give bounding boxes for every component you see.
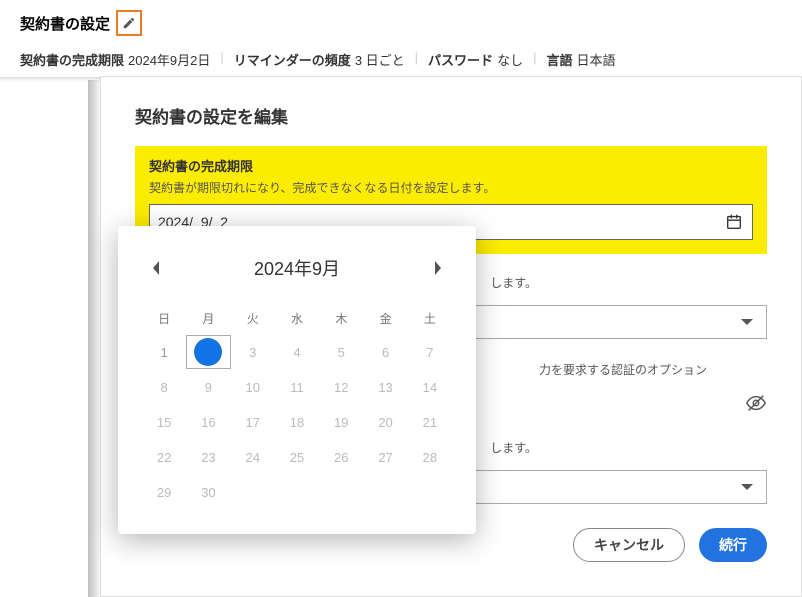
calendar-day[interactable]: 30 bbox=[186, 475, 230, 510]
calendar-day[interactable]: 6 bbox=[363, 335, 407, 370]
calendar-day[interactable]: 27 bbox=[363, 440, 407, 475]
eye-off-icon bbox=[745, 392, 767, 414]
separator: | bbox=[415, 50, 418, 69]
calendar-day[interactable]: 22 bbox=[142, 440, 186, 475]
calendar-day[interactable]: 1 bbox=[142, 335, 186, 370]
chevron-left-icon bbox=[151, 260, 161, 276]
calendar-day[interactable]: 11 bbox=[275, 370, 319, 405]
title-row: 契約書の設定 bbox=[20, 10, 782, 36]
continue-button[interactable]: 続行 bbox=[699, 528, 767, 562]
calendar-day[interactable]: 3 bbox=[231, 335, 275, 370]
pencil-icon bbox=[122, 16, 136, 30]
password-label: パスワード bbox=[428, 50, 493, 69]
calendar-day-header: 日 bbox=[142, 302, 186, 335]
calendar-day[interactable]: 16 bbox=[186, 405, 230, 440]
language-value: 日本語 bbox=[576, 50, 615, 69]
calendar-day[interactable]: 14 bbox=[408, 370, 452, 405]
header: 契約書の設定 契約書の完成期限 2024年9月2日 | リマインダーの頻度 3 … bbox=[0, 0, 802, 78]
calendar-day[interactable]: 17 bbox=[231, 405, 275, 440]
calendar-day-header: 水 bbox=[275, 302, 319, 335]
calendar-day bbox=[275, 475, 319, 510]
reminder-label: リマインダーの頻度 bbox=[234, 50, 351, 69]
calendar-day[interactable]: 8 bbox=[142, 370, 186, 405]
chevron-down-icon bbox=[740, 483, 754, 491]
calendar-popup: 2024年9月 日月火水木金土1234567891011121314151617… bbox=[118, 226, 476, 534]
visibility-toggle[interactable] bbox=[745, 392, 767, 419]
calendar-day-header: 土 bbox=[408, 302, 452, 335]
next-month-button[interactable] bbox=[424, 254, 452, 282]
calendar-day bbox=[319, 475, 363, 510]
deadline-label: 契約書の完成期限 bbox=[20, 50, 124, 69]
calendar-button[interactable] bbox=[724, 212, 744, 232]
calendar-day bbox=[363, 475, 407, 510]
calendar-day[interactable]: 13 bbox=[363, 370, 407, 405]
deadline-field-desc: 契約書が期限切れになり、完成できなくなる日付を設定します。 bbox=[149, 179, 753, 196]
page-title: 契約書の設定 bbox=[20, 13, 110, 34]
calendar-day[interactable]: 15 bbox=[142, 405, 186, 440]
calendar-day[interactable]: 20 bbox=[363, 405, 407, 440]
calendar-day[interactable]: 12 bbox=[319, 370, 363, 405]
prev-month-button[interactable] bbox=[142, 254, 170, 282]
calendar-grid: 日月火水木金土123456789101112131415161718192021… bbox=[142, 302, 452, 510]
calendar-day[interactable]: 2 bbox=[186, 335, 230, 369]
calendar-day[interactable]: 29 bbox=[142, 475, 186, 510]
calendar-day[interactable]: 25 bbox=[275, 440, 319, 475]
calendar-day[interactable]: 23 bbox=[186, 440, 230, 475]
deadline-value: 2024年9月2日 bbox=[128, 50, 210, 69]
calendar-day-header: 金 bbox=[363, 302, 407, 335]
calendar-nav: 2024年9月 bbox=[142, 254, 452, 282]
meta-row: 契約書の完成期限 2024年9月2日 | リマインダーの頻度 3 日ごと | パ… bbox=[20, 50, 782, 69]
calendar-day[interactable]: 7 bbox=[408, 335, 452, 370]
calendar-day[interactable]: 24 bbox=[231, 440, 275, 475]
calendar-day[interactable]: 5 bbox=[319, 335, 363, 370]
calendar-day[interactable]: 9 bbox=[186, 370, 230, 405]
calendar-day bbox=[408, 475, 452, 510]
reminder-value: 3 日ごと bbox=[355, 50, 405, 69]
calendar-day-header: 火 bbox=[231, 302, 275, 335]
edit-button[interactable] bbox=[116, 10, 142, 36]
separator: | bbox=[220, 50, 223, 69]
language-label: 言語 bbox=[546, 50, 572, 69]
calendar-day[interactable]: 10 bbox=[231, 370, 275, 405]
calendar-day[interactable]: 4 bbox=[275, 335, 319, 370]
panel-title: 契約書の設定を編集 bbox=[135, 103, 767, 128]
calendar-day[interactable]: 19 bbox=[319, 405, 363, 440]
calendar-day-header: 木 bbox=[319, 302, 363, 335]
separator: | bbox=[533, 50, 536, 69]
chevron-down-icon bbox=[740, 318, 754, 326]
chevron-right-icon bbox=[433, 260, 443, 276]
calendar-day-header: 月 bbox=[186, 302, 230, 335]
cancel-button[interactable]: キャンセル bbox=[573, 528, 685, 562]
calendar-day bbox=[231, 475, 275, 510]
password-value: なし bbox=[497, 50, 523, 69]
calendar-title: 2024年9月 bbox=[254, 255, 340, 281]
calendar-day[interactable]: 28 bbox=[408, 440, 452, 475]
calendar-day[interactable]: 26 bbox=[319, 440, 363, 475]
calendar-day[interactable]: 21 bbox=[408, 405, 452, 440]
calendar-day[interactable]: 18 bbox=[275, 405, 319, 440]
calendar-icon bbox=[725, 213, 743, 231]
deadline-field-label: 契約書の完成期限 bbox=[149, 156, 753, 175]
